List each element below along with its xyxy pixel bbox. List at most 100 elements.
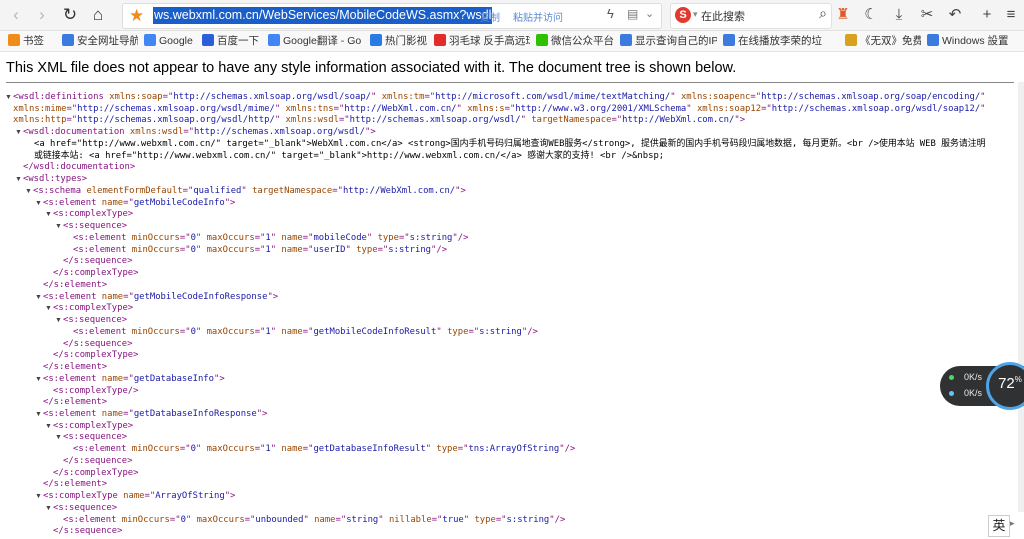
xml-line: </s:complexType> bbox=[53, 268, 139, 279]
search-input[interactable]: 在此搜索 bbox=[701, 8, 745, 24]
ime-arrow-icon[interactable]: ▸ bbox=[1010, 518, 1015, 529]
xml-attr-name: xmlns:wsdl bbox=[285, 115, 339, 126]
bookmark-item[interactable]: Google翻译 - Go bbox=[268, 33, 361, 49]
reload-icon[interactable]: ↻ bbox=[58, 3, 82, 27]
scissors-icon[interactable]: ✂ bbox=[916, 4, 938, 26]
xml-line: <a href="http://www.webxml.com.cn/" targ… bbox=[34, 139, 986, 150]
bookmark-label: Google bbox=[159, 35, 193, 47]
back-icon[interactable]: ‹ bbox=[4, 3, 28, 27]
bookmark-item[interactable]: 书签 bbox=[8, 33, 44, 49]
xml-tag: <s:complexType> bbox=[53, 420, 134, 431]
xml-tag: </s:complexType> bbox=[53, 268, 139, 279]
bookmark-item[interactable]: 显示查询自己的IP bbox=[620, 33, 717, 49]
bookmark-item[interactable]: Windows 設置 bbox=[927, 33, 1009, 49]
xml-line: <s:element minOccurs="0" maxOccurs="1" n… bbox=[73, 444, 575, 455]
xml-attr-name: xmlns:wsdl bbox=[129, 127, 184, 138]
xml-tag: =" bbox=[750, 92, 762, 102]
xml-tag: =" bbox=[244, 514, 256, 525]
forward-icon[interactable]: › bbox=[30, 3, 54, 27]
undo-icon[interactable]: ↶ bbox=[944, 4, 966, 26]
home-icon[interactable]: ⌂ bbox=[86, 3, 110, 27]
paste-and-go-button[interactable]: 粘贴并访问 bbox=[513, 9, 563, 24]
expand-toggle-icon[interactable]: ▼ bbox=[45, 421, 52, 432]
xml-tag: =" bbox=[123, 291, 134, 302]
expand-toggle-icon[interactable]: ▼ bbox=[45, 209, 52, 220]
search-icon[interactable]: ⌕ bbox=[819, 5, 827, 22]
bookmark-item[interactable]: 微信公众平台 bbox=[536, 33, 614, 49]
bookmark-label: 百度一下 bbox=[217, 35, 259, 47]
xml-tag: <s:element bbox=[73, 244, 132, 255]
xml-attr-value: http://microsoft.com/wsdl/mime/textMatch… bbox=[435, 92, 671, 102]
xml-tag: </s:complexType> bbox=[53, 350, 139, 361]
bolt-icon[interactable]: ϟ bbox=[607, 6, 614, 21]
moon-icon[interactable]: ☾ bbox=[860, 4, 882, 26]
bookmark-item[interactable]: 羽毛球 反手高远球 bbox=[434, 33, 530, 49]
upload-dot-icon bbox=[949, 375, 954, 380]
xml-attr-name: type bbox=[436, 444, 458, 455]
xml-attr-value: ArrayOfString bbox=[155, 491, 225, 502]
xml-tag: <s:element bbox=[43, 197, 102, 208]
expand-toggle-icon[interactable]: ▼ bbox=[25, 186, 32, 197]
xml-line: <s:sequence> bbox=[63, 432, 127, 443]
engine-dropdown-icon[interactable]: ▾ bbox=[693, 9, 698, 20]
bookmark-item[interactable]: Google bbox=[144, 33, 193, 49]
bookmark-item[interactable]: 《无双》免费高清 bbox=[845, 33, 921, 49]
menu-icon[interactable]: ≡ bbox=[1000, 4, 1022, 26]
expand-toggle-icon[interactable]: ▼ bbox=[15, 127, 22, 138]
expand-toggle-icon[interactable]: ▼ bbox=[55, 315, 62, 326]
download-icon[interactable]: ⤓ bbox=[888, 4, 910, 26]
chevron-down-icon[interactable]: ⌄ bbox=[645, 7, 654, 20]
url-text[interactable]: ws.webxml.com.cn/WebServices/MobileCodeW… bbox=[153, 7, 493, 24]
xml-attr-value: http://schemas.xmlsoap.org/wsdl/http/ bbox=[77, 115, 275, 126]
star-icon[interactable]: ★ bbox=[129, 5, 144, 27]
bookmark-item[interactable]: 百度一下 bbox=[202, 33, 259, 49]
xml-tag: =" bbox=[457, 444, 469, 455]
plus-icon[interactable]: + bbox=[976, 4, 998, 26]
game-icon[interactable]: ♜ bbox=[832, 4, 854, 26]
xml-tag: <s:sequence> bbox=[63, 221, 128, 232]
ime-indicator[interactable]: 英 bbox=[988, 515, 1010, 537]
copy-button[interactable]: 复制 bbox=[480, 9, 500, 24]
grid-icon[interactable]: ▤ bbox=[627, 7, 638, 21]
expand-toggle-icon[interactable]: ▼ bbox=[35, 374, 42, 385]
xml-tag: " bbox=[520, 115, 532, 126]
xml-attr-value: s:string bbox=[388, 244, 432, 255]
xml-line: <s:element minOccurs="0" maxOccurs="unbo… bbox=[63, 515, 565, 526]
xml-attr-value: s:string bbox=[409, 232, 453, 243]
xml-line: <s:element name="getMobileCodeInfoRespon… bbox=[43, 292, 278, 303]
globe-icon bbox=[723, 34, 735, 46]
expand-toggle-icon[interactable]: ▼ bbox=[55, 221, 62, 232]
xml-attr-value: http://schemas.xmlsoap.org/wsdl/soap/ bbox=[173, 92, 372, 102]
expand-toggle-icon[interactable]: ▼ bbox=[35, 198, 42, 209]
expand-toggle-icon[interactable]: ▼ bbox=[45, 303, 52, 314]
xml-tag: <s:sequence> bbox=[63, 315, 128, 326]
xml-attr-value: unbounded bbox=[255, 514, 304, 525]
expand-toggle-icon[interactable]: ▼ bbox=[55, 432, 62, 443]
address-bar[interactable]: ★ ws.webxml.com.cn/WebServices/MobileCod… bbox=[122, 3, 662, 29]
xml-attr-name: elementFormDefault bbox=[86, 185, 183, 196]
search-engine-logo[interactable]: S bbox=[675, 7, 691, 23]
expand-toggle-icon[interactable]: ▼ bbox=[15, 174, 22, 185]
bookmark-item[interactable]: 热门影视 bbox=[370, 33, 427, 49]
xml-line: <s:complexType/> bbox=[53, 386, 139, 397]
expand-toggle-icon[interactable]: ▼ bbox=[35, 491, 42, 502]
expand-toggle-icon[interactable]: ▼ bbox=[45, 503, 52, 514]
xml-attr-name: xmlns:soap bbox=[109, 92, 163, 102]
xml-tag: =" bbox=[123, 197, 134, 208]
expand-toggle-icon[interactable]: ▼ bbox=[35, 292, 42, 303]
xml-tag: "/> bbox=[431, 244, 448, 255]
search-box[interactable]: S ▾ 在此搜索 ⌕ bbox=[670, 3, 832, 29]
bookmark-item[interactable]: 安全网址导航 bbox=[62, 33, 138, 49]
xml-attr-name: type bbox=[377, 232, 399, 243]
xml-tag: "/> bbox=[559, 444, 576, 455]
expand-toggle-icon[interactable]: ▼ bbox=[5, 92, 12, 103]
bookmark-item[interactable]: 在线播放李荣的垃 bbox=[723, 33, 822, 49]
xml-tag: =" bbox=[302, 244, 314, 255]
xml-tag: " bbox=[463, 514, 475, 525]
xml-attr-name: name bbox=[281, 232, 303, 243]
xml-tag: " bbox=[195, 244, 207, 255]
xml-tag: =" bbox=[504, 103, 516, 114]
scrollbar[interactable] bbox=[1018, 82, 1024, 512]
xml-tag: "> bbox=[224, 491, 236, 502]
expand-toggle-icon[interactable]: ▼ bbox=[35, 409, 42, 420]
